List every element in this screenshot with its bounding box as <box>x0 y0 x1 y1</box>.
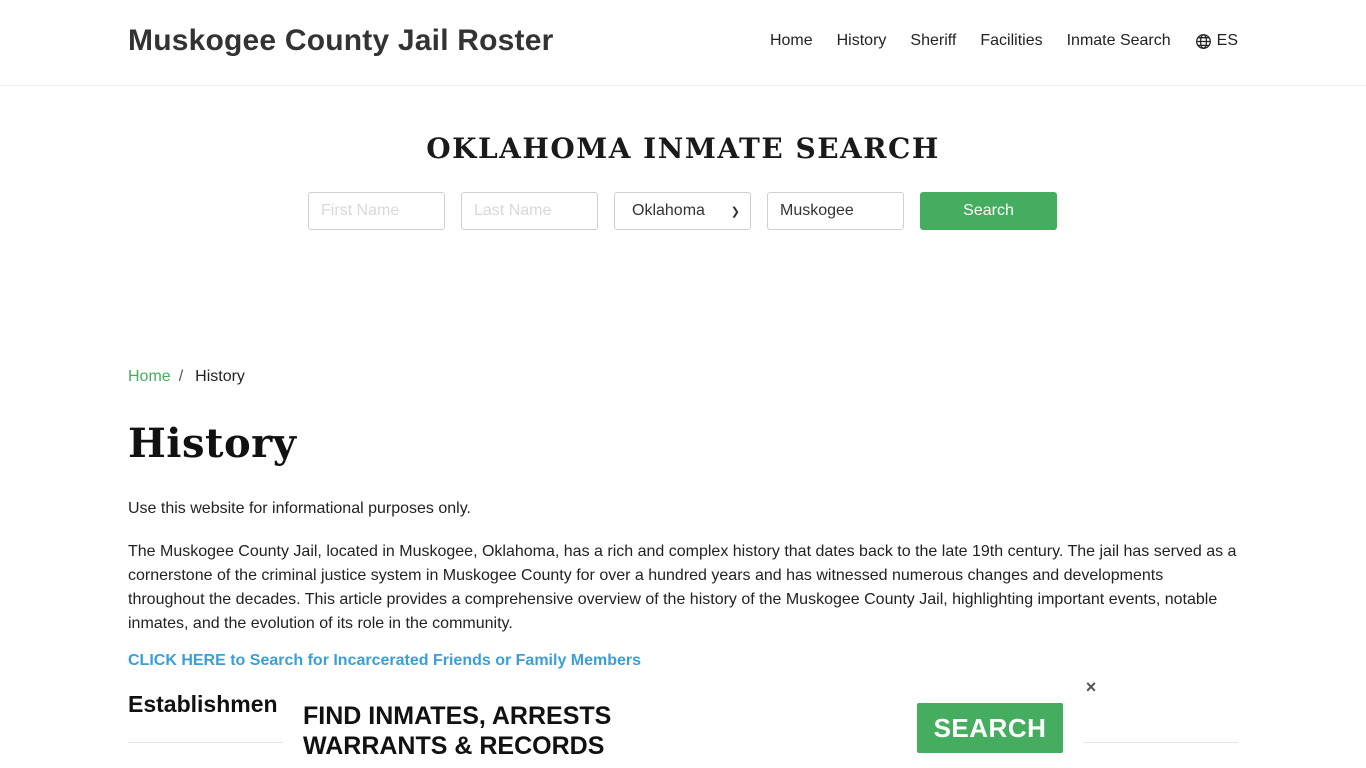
nav-home[interactable]: Home <box>770 32 813 50</box>
breadcrumb: Home / History <box>128 368 245 386</box>
nav-sheriff[interactable]: Sheriff <box>910 32 956 50</box>
state-select[interactable]: Oklahoma ❯ <box>614 192 751 230</box>
first-name-input[interactable] <box>308 192 445 230</box>
breadcrumb-separator: / <box>178 368 184 385</box>
disclaimer-text: Use this website for informational purpo… <box>128 500 471 517</box>
ad-line-1: FIND INMATES, ARRESTS <box>303 702 612 730</box>
search-button[interactable]: Search <box>920 192 1057 230</box>
language-label: ES <box>1216 32 1238 49</box>
last-name-input[interactable] <box>461 192 598 230</box>
section-heading: Establishmen <box>128 691 278 717</box>
search-title: OKLAHOMA INMATE SEARCH <box>426 132 940 165</box>
nav-inmate-search[interactable]: Inmate Search <box>1067 32 1171 50</box>
inmate-search-form: Oklahoma ❯ Search <box>308 192 1057 230</box>
ad-banner[interactable]: FIND INMATES, ARRESTS WARRANTS & RECORDS… <box>283 690 1083 768</box>
ad-search-button[interactable]: SEARCH <box>917 703 1063 753</box>
chevron-down-icon: ❯ <box>730 205 740 218</box>
ad-line-2: WARRANTS & RECORDS <box>303 732 605 760</box>
language-switcher[interactable]: ES <box>1195 32 1238 50</box>
globe-icon <box>1195 33 1211 49</box>
page-title: History <box>128 420 297 467</box>
close-icon[interactable]: × <box>1083 678 1099 696</box>
search-family-link[interactable]: CLICK HERE to Search for Incarcerated Fr… <box>128 652 641 670</box>
intro-paragraph: The Muskogee County Jail, located in Mus… <box>128 543 1237 632</box>
main-nav: Home History Sheriff Facilities Inmate S… <box>770 32 1238 50</box>
nav-facilities[interactable]: Facilities <box>980 32 1042 50</box>
nav-history[interactable]: History <box>837 32 887 50</box>
site-header: Muskogee County Jail Roster Home History… <box>0 0 1366 86</box>
state-select-value: Oklahoma <box>632 202 705 219</box>
site-title[interactable]: Muskogee County Jail Roster <box>128 24 554 58</box>
ad-headline: FIND INMATES, ARRESTS WARRANTS & RECORDS <box>303 701 611 761</box>
breadcrumb-home[interactable]: Home <box>128 368 171 386</box>
breadcrumb-current: History <box>195 368 245 385</box>
county-input[interactable] <box>767 192 904 230</box>
